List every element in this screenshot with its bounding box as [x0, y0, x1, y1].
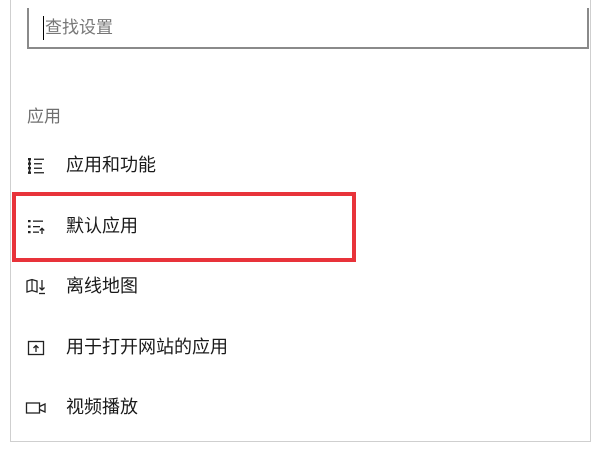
nav-item-label: 用于打开网站的应用 — [66, 337, 228, 358]
nav-item-offline-maps[interactable]: 离线地图 — [24, 267, 444, 307]
nav-item-apps-for-websites[interactable]: 用于打开网站的应用 — [24, 328, 444, 368]
search-placeholder: 查找设置 — [45, 18, 113, 38]
window-left-edge — [10, 0, 11, 442]
video-playback-icon — [24, 396, 48, 420]
offline-maps-icon — [24, 275, 48, 299]
settings-window: 查找设置 应用 应用和功能 默认应用 离线地图 用于打开网站的应用 视频播放 — [0, 0, 601, 453]
window-bottom-edge — [10, 441, 591, 442]
nav-item-label: 离线地图 — [66, 276, 138, 297]
search-input[interactable]: 查找设置 — [27, 8, 589, 49]
text-caret — [43, 16, 44, 40]
section-title-apps: 应用 — [27, 107, 61, 127]
nav-item-label: 应用和功能 — [66, 155, 156, 176]
nav-item-default-apps[interactable]: 默认应用 — [24, 207, 444, 247]
nav-item-label: 默认应用 — [66, 216, 138, 237]
nav-item-label: 视频播放 — [66, 397, 138, 418]
nav-item-video-playback[interactable]: 视频播放 — [24, 388, 444, 428]
nav-item-apps-features[interactable]: 应用和功能 — [24, 146, 444, 186]
default-apps-icon — [24, 215, 48, 239]
apps-for-websites-icon — [24, 336, 48, 360]
apps-features-icon — [24, 154, 48, 178]
window-right-edge — [590, 0, 591, 442]
